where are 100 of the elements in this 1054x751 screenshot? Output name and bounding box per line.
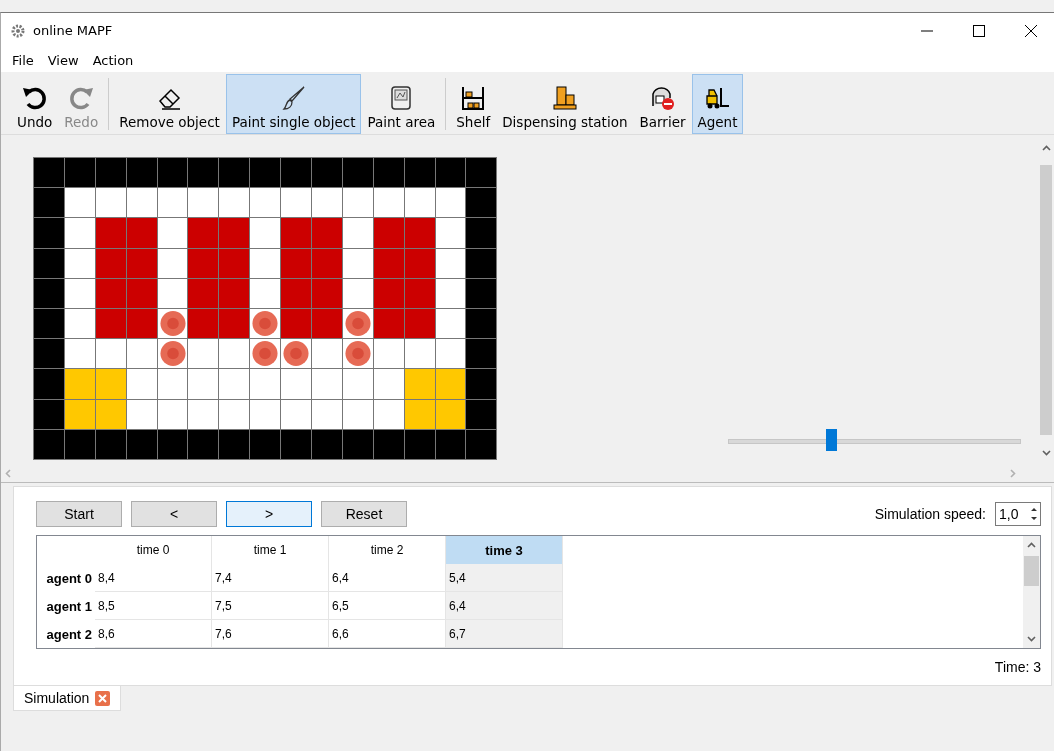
map-cell[interactable]: [435, 218, 466, 248]
map-cell[interactable]: [34, 308, 64, 339]
map-cell[interactable]: [250, 399, 281, 429]
map-cell[interactable]: [64, 278, 95, 308]
map-cell[interactable]: [373, 278, 404, 308]
menu-item[interactable]: Action: [85, 50, 141, 70]
map-cell[interactable]: [126, 158, 157, 188]
sim-button[interactable]: Reset: [321, 501, 407, 527]
toolbar-button[interactable]: Agent: [691, 74, 744, 134]
map-cell[interactable]: [250, 429, 281, 459]
map-cell[interactable]: [281, 369, 311, 399]
toolbar-button[interactable]: Dispensing station: [496, 74, 634, 134]
map-cell[interactable]: [373, 188, 404, 218]
map-cell[interactable]: [219, 158, 250, 188]
map-cell[interactable]: [157, 278, 188, 308]
map-cell[interactable]: [34, 158, 64, 188]
column-header[interactable]: time 3: [446, 536, 563, 564]
map-cell[interactable]: [250, 339, 281, 369]
zoom-slider[interactable]: [728, 428, 1021, 452]
map-cell[interactable]: [157, 339, 188, 369]
map-cell[interactable]: [373, 369, 404, 399]
map-cell[interactable]: [219, 429, 250, 459]
menu-item[interactable]: File: [5, 50, 41, 70]
map-cell[interactable]: [95, 188, 126, 218]
map-cell[interactable]: [373, 158, 404, 188]
map-cell[interactable]: [219, 188, 250, 218]
map-cell[interactable]: [250, 369, 281, 399]
map-cell[interactable]: [34, 369, 64, 399]
map-cell[interactable]: [312, 158, 342, 188]
map-cell[interactable]: [219, 399, 250, 429]
map-cell[interactable]: [342, 188, 373, 218]
map-cell[interactable]: [466, 158, 497, 188]
map-cell[interactable]: [435, 278, 466, 308]
map-cell[interactable]: [34, 218, 64, 248]
map-cell[interactable]: [342, 278, 373, 308]
map-cell[interactable]: [250, 188, 281, 218]
map-cell[interactable]: [95, 308, 126, 339]
map-cell[interactable]: [34, 248, 64, 278]
map-cell[interactable]: [404, 158, 435, 188]
map-cell[interactable]: [95, 399, 126, 429]
map-cell[interactable]: [34, 188, 64, 218]
map-cell[interactable]: [435, 308, 466, 339]
map-cell[interactable]: [126, 339, 157, 369]
toolbar-button[interactable]: Remove object: [113, 74, 226, 134]
map-cell[interactable]: [466, 278, 497, 308]
map-cell[interactable]: [312, 218, 342, 248]
map-cell[interactable]: [157, 369, 188, 399]
toolbar-button[interactable]: Paint area: [361, 74, 442, 134]
map-cell[interactable]: [157, 308, 188, 339]
map-cell[interactable]: [126, 278, 157, 308]
sim-button[interactable]: <: [131, 501, 217, 527]
map-cell[interactable]: [312, 399, 342, 429]
map-cell[interactable]: [312, 188, 342, 218]
map-cell[interactable]: [64, 339, 95, 369]
map-cell[interactable]: [64, 188, 95, 218]
scroll-up-icon[interactable]: [1041, 145, 1051, 151]
map-cell[interactable]: [126, 429, 157, 459]
map-cell[interactable]: [373, 399, 404, 429]
map-cell[interactable]: [250, 158, 281, 188]
row-header[interactable]: agent 1: [37, 592, 95, 620]
map-cell[interactable]: [435, 158, 466, 188]
map-cell[interactable]: [64, 308, 95, 339]
map-cell[interactable]: [404, 278, 435, 308]
map-cell[interactable]: [64, 429, 95, 459]
map-cell[interactable]: [219, 218, 250, 248]
map-cell[interactable]: [126, 218, 157, 248]
map-cell[interactable]: [342, 218, 373, 248]
map-cell[interactable]: [157, 158, 188, 188]
map-cell[interactable]: [126, 369, 157, 399]
map-cell[interactable]: [312, 278, 342, 308]
map-cell[interactable]: [95, 248, 126, 278]
map-cell[interactable]: [219, 339, 250, 369]
map-cell[interactable]: [281, 429, 311, 459]
map-cell[interactable]: [95, 429, 126, 459]
map-cell[interactable]: [281, 188, 311, 218]
map-cell[interactable]: [126, 308, 157, 339]
map-cell[interactable]: [157, 188, 188, 218]
map-cell[interactable]: [435, 369, 466, 399]
map-cell[interactable]: [312, 369, 342, 399]
map-cell[interactable]: [466, 339, 497, 369]
map-cell[interactable]: [34, 429, 64, 459]
map-cell[interactable]: [281, 399, 311, 429]
map-cell[interactable]: [466, 218, 497, 248]
close-icon[interactable]: [95, 690, 111, 706]
map-cell[interactable]: [188, 339, 219, 369]
map-cell[interactable]: [342, 248, 373, 278]
map-cell[interactable]: [64, 248, 95, 278]
map-cell[interactable]: [95, 278, 126, 308]
map-cell[interactable]: [404, 308, 435, 339]
map-cell[interactable]: [342, 399, 373, 429]
tab[interactable]: Simulation: [13, 686, 122, 711]
map-cell[interactable]: [404, 429, 435, 459]
map-cell[interactable]: [95, 339, 126, 369]
map-cell[interactable]: [219, 278, 250, 308]
map-cell[interactable]: [64, 218, 95, 248]
speed-spinbox[interactable]: 1,0: [995, 502, 1041, 526]
map-cell[interactable]: [126, 248, 157, 278]
map-cell[interactable]: [34, 339, 64, 369]
map-cell[interactable]: [157, 248, 188, 278]
map-cell[interactable]: [373, 218, 404, 248]
